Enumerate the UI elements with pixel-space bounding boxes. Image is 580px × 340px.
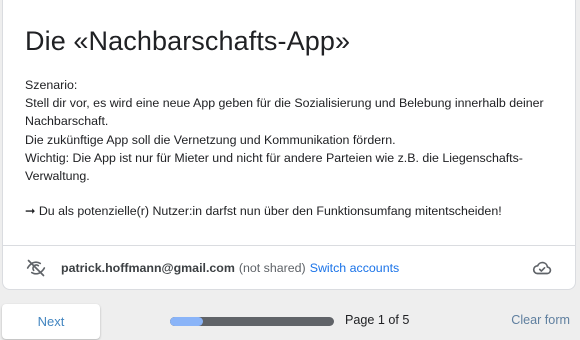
account-row: patrick.hoffmann@gmail.com (not shared) … <box>25 256 553 280</box>
form-footer: Next Page 1 of 5 Clear form <box>0 300 580 340</box>
description-line: Wichtig: Die App ist nur für Mieter und … <box>25 150 523 184</box>
progress-fill <box>170 317 203 326</box>
description-line: ➞ Du als potenzielle(r) Nutzer:in darfst… <box>25 204 502 219</box>
form-title: Die «Nachbarschafts-App» <box>25 26 351 56</box>
divider <box>3 245 575 246</box>
clear-form-button[interactable]: Clear form <box>511 313 570 327</box>
description-line: Szenario: <box>25 78 78 92</box>
switch-accounts-link[interactable]: Switch accounts <box>310 261 400 275</box>
eye-off-icon <box>25 257 47 279</box>
form-card: Die «Nachbarschafts-App» Szenario: Stell… <box>2 0 576 290</box>
description-line: Stell dir vor, es wird eine neue App geb… <box>25 96 544 129</box>
account-email: patrick.hoffmann@gmail.com <box>61 261 235 275</box>
next-button[interactable]: Next <box>2 304 100 339</box>
page-indicator: Page 1 of 5 <box>345 313 410 327</box>
form-page: Die «Nachbarschafts-App» Szenario: Stell… <box>0 0 580 340</box>
shared-status: (not shared) <box>238 261 306 275</box>
description-line: Die zukünftige App soll die Vernetzung u… <box>25 132 396 147</box>
form-description: Szenario: Stell dir vor, es wird eine ne… <box>25 76 565 220</box>
progress-bar <box>170 317 334 326</box>
cloud-check-icon[interactable] <box>531 257 553 279</box>
